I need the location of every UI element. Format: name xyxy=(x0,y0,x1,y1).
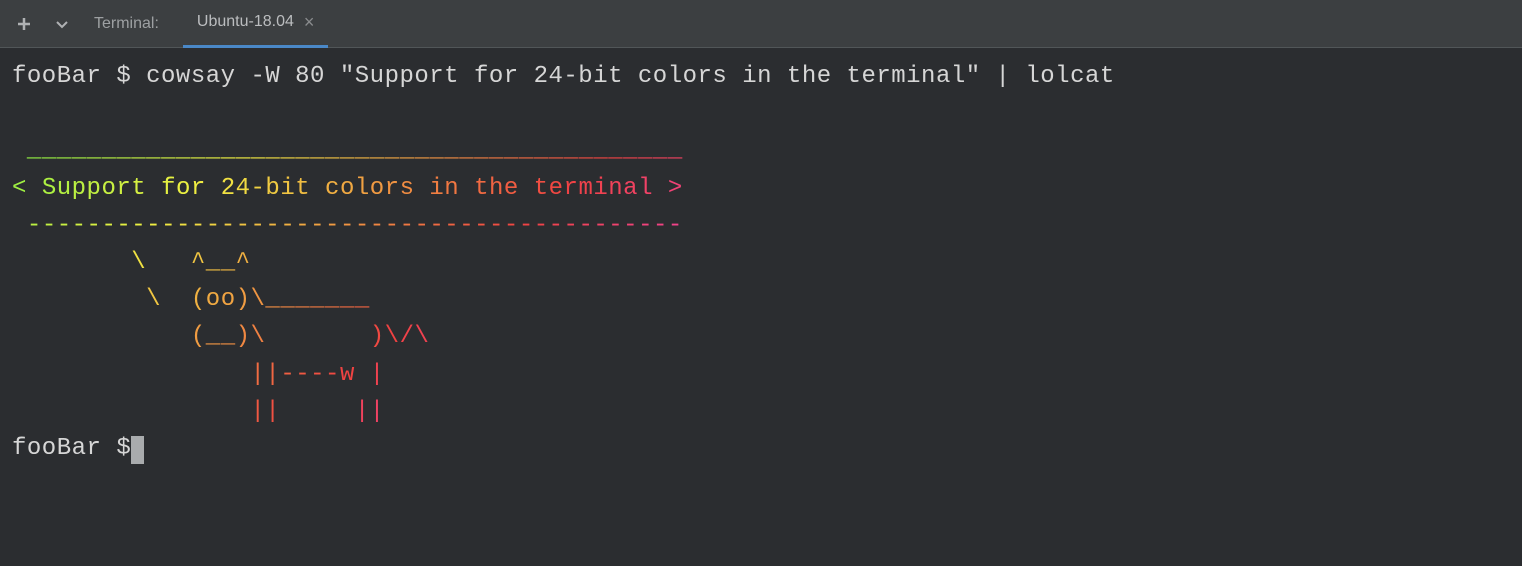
terminal-output[interactable]: fooBar $ cowsay -W 80 "Support for 24-bi… xyxy=(0,48,1522,477)
prompt-line-2: fooBar $ xyxy=(12,435,144,462)
close-tab-icon[interactable]: × xyxy=(304,13,315,31)
cowsay-art-3: (__)\ )\/\ xyxy=(12,323,429,350)
terminal-toolbar: Terminal: Ubuntu-18.04 × xyxy=(0,0,1522,48)
tab-label: Ubuntu-18.04 xyxy=(197,13,294,31)
prompt-line-1: fooBar $ cowsay -W 80 "Support for 24-bi… xyxy=(12,63,1115,90)
cowsay-art-2: \ (oo)\_______ xyxy=(12,286,370,313)
cowsay-art-1: \ ^__^ xyxy=(12,249,251,276)
terminal-label: Terminal: xyxy=(94,15,159,33)
dropdown-button[interactable] xyxy=(50,12,74,36)
cowsay-art-4: ||----w | xyxy=(12,361,385,388)
new-tab-button[interactable] xyxy=(12,12,36,36)
terminal-tab[interactable]: Ubuntu-18.04 × xyxy=(183,0,328,48)
cursor xyxy=(131,436,144,464)
cowsay-bottom-border: ----------------------------------------… xyxy=(12,212,698,239)
cowsay-art-5: || || xyxy=(12,398,385,425)
cowsay-top-border: ________________________________________… xyxy=(12,137,698,164)
cowsay-message: < Support for 24-bit colors in the termi… xyxy=(12,175,683,202)
